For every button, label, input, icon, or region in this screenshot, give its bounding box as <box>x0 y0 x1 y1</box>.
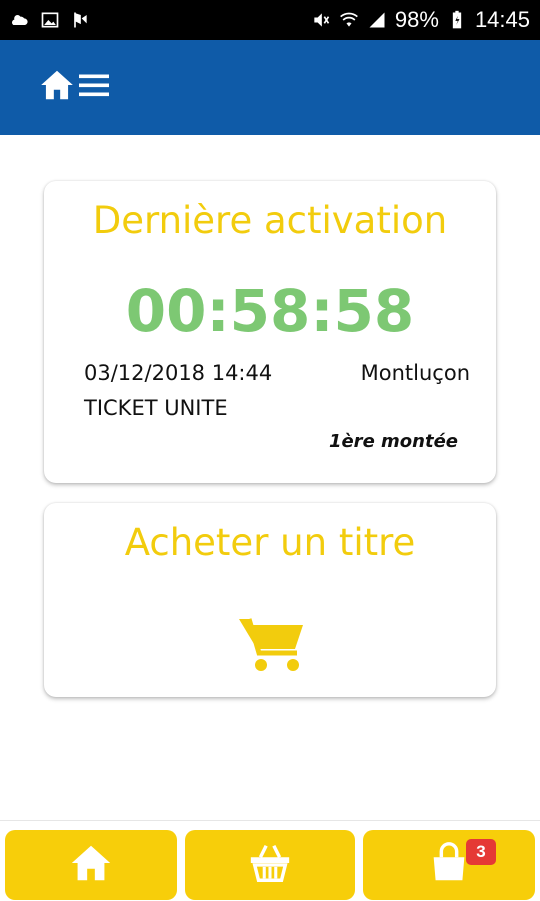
status-system: 98% 14:45 <box>311 7 530 33</box>
ticket-type: TICKET UNITE <box>84 396 228 420</box>
basket-icon <box>247 840 293 891</box>
status-bar: 98% 14:45 <box>0 0 540 40</box>
nav-home-button[interactable] <box>5 830 177 900</box>
home-icon <box>68 840 114 891</box>
bottom-navigation: 3 <box>0 820 540 901</box>
mute-icon <box>311 10 331 30</box>
home-icon[interactable] <box>38 66 76 109</box>
clock: 14:45 <box>474 7 530 32</box>
buy-ticket-card[interactable]: Acheter un titre <box>44 503 496 697</box>
hamburger-menu-icon[interactable] <box>76 67 112 108</box>
app-bar <box>0 40 540 135</box>
signal-icon <box>367 10 387 30</box>
battery-percent: 98% <box>394 7 439 32</box>
last-activation-card[interactable]: Dernière activation 00:58:58 03/12/2018 … <box>44 181 496 483</box>
nav-basket-button[interactable] <box>185 830 355 900</box>
boarding-status: 1ère montée <box>328 431 458 452</box>
wifi-icon <box>339 10 359 30</box>
last-activation-title: Dernière activation <box>92 199 448 242</box>
cart-count-badge: 3 <box>466 839 496 865</box>
buy-ticket-title: Acheter un titre <box>124 521 416 564</box>
weather-icon <box>10 10 30 30</box>
image-icon <box>40 10 60 30</box>
nav-bag-button[interactable]: 3 <box>363 830 535 900</box>
activation-city: Montluçon <box>360 361 470 385</box>
status-notifications <box>10 10 90 30</box>
flag-icon <box>70 10 90 30</box>
activation-date: 03/12/2018 14:44 <box>84 361 273 385</box>
activation-timer: 00:58:58 <box>125 277 415 345</box>
battery-icon <box>447 10 467 30</box>
